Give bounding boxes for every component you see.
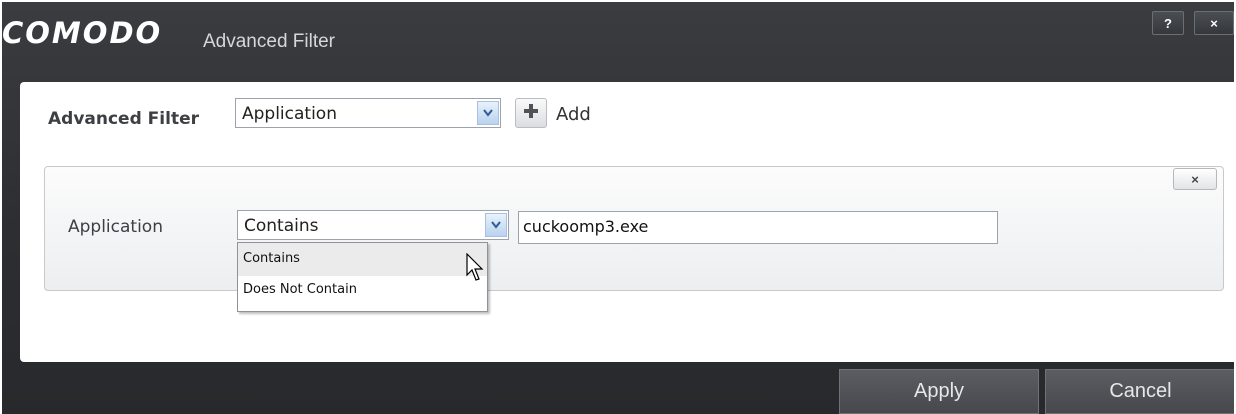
add-filter-label[interactable]: Add (556, 104, 591, 125)
advanced-filter-label: Advanced Filter (48, 109, 199, 129)
cancel-button[interactable]: Cancel (1045, 369, 1234, 414)
filter-content-panel: Advanced Filter Application Add × Applic… (20, 82, 1234, 362)
option-does-not-contain[interactable]: Does Not Contain (238, 280, 487, 313)
condition-select[interactable]: Contains (237, 210, 509, 240)
filter-type-select[interactable]: Application (235, 98, 501, 128)
chevron-down-icon[interactable] (477, 101, 499, 125)
advanced-filter-window: COMODO Advanced Filter ? × Advanced Filt… (2, 2, 1234, 414)
rule-value-field[interactable] (518, 211, 998, 244)
help-button[interactable]: ? (1152, 11, 1184, 35)
rule-field-label: Application (68, 217, 163, 237)
option-contains[interactable]: Contains (238, 243, 487, 276)
window-title: Advanced Filter (203, 31, 336, 52)
condition-value: Contains (244, 216, 319, 236)
title-bar: COMODO Advanced Filter ? × (2, 2, 1234, 80)
add-filter-button[interactable] (515, 98, 547, 128)
condition-dropdown-list: Contains Does Not Contain (237, 242, 488, 312)
remove-rule-button[interactable]: × (1173, 168, 1217, 190)
apply-button[interactable]: Apply (839, 369, 1039, 414)
chevron-down-icon[interactable] (485, 213, 507, 237)
comodo-logo: COMODO (2, 16, 163, 50)
close-window-button[interactable]: × (1194, 11, 1234, 35)
mouse-pointer-icon (466, 253, 484, 281)
filter-type-value: Application (242, 104, 337, 124)
plus-icon (523, 103, 539, 124)
rule-value-input[interactable] (523, 217, 983, 236)
